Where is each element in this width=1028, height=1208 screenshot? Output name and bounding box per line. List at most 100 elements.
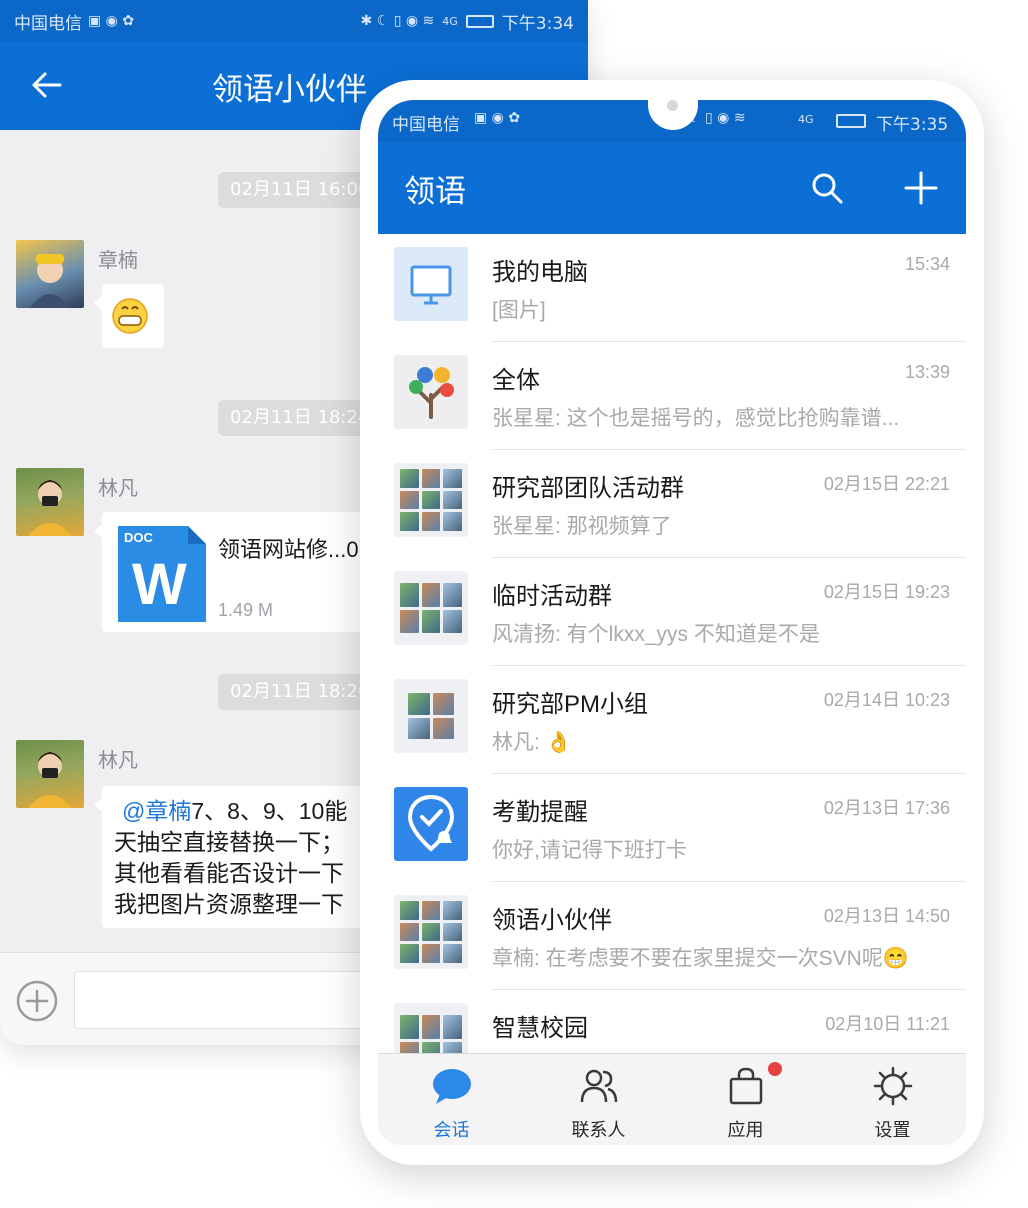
conversation-item[interactable]: 我的电脑 15:34 [图片] [378, 234, 966, 342]
sender-name: 林凡 [98, 478, 138, 500]
phone-frame: 中国电信 ▣ ◉ ✿ ☾ ▯ ◉ ≋ 4G 下午3:35 领语 我的电脑 15:… [360, 80, 984, 1165]
conversation-name: 研究部PM小组 [492, 691, 648, 718]
notification-icons: ▣ ◉ ✿ [474, 110, 521, 126]
word-doc-icon: DOC W [118, 526, 206, 622]
network-label: 4G [442, 14, 458, 28]
carrier-label: 中国电信 [14, 13, 82, 34]
timestamp-divider: 02月11日 16:06 [218, 172, 382, 208]
conversation-preview: 章楠: 在考虑要不要在家里提交一次SVN呢😁 [492, 947, 909, 970]
conversation-preview: 张星星: 这个也是摇号的，感觉比抢购靠谱... [492, 407, 900, 430]
conversation-time: 02月15日 19:23 [823, 582, 950, 602]
group-avatar [394, 463, 468, 537]
file-name: 领语网站修...0 [218, 537, 359, 562]
chat-bubble-icon [433, 1069, 471, 1104]
timestamp-divider: 02月11日 18:26 [218, 674, 382, 710]
mention-link[interactable]: @章楠 [122, 798, 191, 824]
tab-label: 设置 [874, 1120, 911, 1140]
tree-logo-icon [409, 367, 454, 419]
grin-emoji-icon [112, 298, 148, 334]
carrier-label: 中国电信 [392, 115, 460, 135]
tab-contacts[interactable]: 联系人 [525, 1054, 672, 1145]
avatar[interactable] [16, 240, 84, 308]
conversation-avatar [394, 787, 468, 861]
file-type-label: DOC [124, 530, 154, 545]
conversation-avatar [394, 247, 468, 321]
battery-icon [836, 114, 866, 128]
status-icons: ✱ ☾ ▯ ◉ ≋ [360, 13, 435, 29]
clock-label: 下午3:35 [876, 115, 949, 135]
conversation-preview: 张星星: 那视频算了 [492, 515, 672, 538]
chat-title: 领语小伙伴 [212, 72, 367, 107]
group-avatar [394, 571, 468, 645]
clock-label: 下午3:34 [501, 13, 574, 34]
tab-settings[interactable]: 设置 [819, 1054, 966, 1145]
message-bubble[interactable] [94, 284, 164, 348]
conversation-item[interactable]: 全体 13:39 张星星: 这个也是摇号的，感觉比抢购靠谱... [378, 342, 966, 450]
conversation-screen: 中国电信 ▣ ◉ ✿ ☾ ▯ ◉ ≋ 4G 下午3:35 领语 我的电脑 15:… [378, 100, 966, 1145]
search-icon[interactable] [810, 171, 844, 205]
tab-label: 应用 [727, 1120, 764, 1140]
app-header: 领语 [378, 142, 966, 234]
notification-icons: ▣ ◉ ✿ [88, 13, 135, 29]
conversation-time: 15:34 [904, 254, 950, 274]
svg-text:W: W [132, 552, 187, 617]
app-title: 领语 [404, 174, 466, 209]
conversation-time: 02月10日 11:21 [825, 1014, 950, 1034]
bottom-tab-bar: 会话 联系人 应用 设置 [378, 1053, 966, 1145]
conversation-time: 02月13日 14:50 [823, 906, 950, 926]
network-label: 4G [798, 113, 814, 126]
conversation-name: 考勤提醒 [492, 799, 588, 826]
status-bar: 中国电信 ▣ ◉ ✿ ✱ ☾ ▯ ◉ ≋ 4G 下午3:34 [0, 0, 588, 42]
conversation-time: 13:39 [904, 362, 950, 382]
conversation-name: 研究部团队活动群 [492, 475, 684, 502]
conversation-item[interactable]: 考勤提醒 02月13日 17:36 你好,请记得下班打卡 [378, 774, 966, 882]
conversation-preview: 林凡: 👌 [492, 731, 572, 754]
conversation-preview: [图片] [492, 299, 546, 322]
avatar[interactable] [16, 468, 84, 536]
gear-icon [873, 1066, 913, 1106]
shopping-bag-icon [729, 1067, 763, 1105]
back-arrow-icon[interactable] [30, 68, 64, 102]
add-icon[interactable] [904, 171, 938, 205]
conversation-name: 全体 [492, 367, 540, 394]
tab-conversations[interactable]: 会话 [378, 1054, 525, 1145]
status-bar: 中国电信 ▣ ◉ ✿ ☾ ▯ ◉ ≋ 4G 下午3:35 [378, 100, 966, 142]
conversation-preview: 你好,请记得下班打卡 [492, 839, 687, 862]
computer-icon [410, 265, 452, 305]
conversation-item[interactable]: 研究部PM小组 02月14日 10:23 林凡: 👌 [378, 666, 966, 774]
tab-label: 会话 [433, 1120, 470, 1140]
battery-icon [465, 14, 494, 28]
avatar[interactable] [16, 740, 84, 808]
conversation-item[interactable]: 领语小伙伴 02月13日 14:50 章楠: 在考虑要不要在家里提交一次SVN呢… [378, 882, 966, 990]
conversation-preview: 风清扬: 有个lkxx_yys 不知道是不是 [492, 623, 820, 646]
group-avatar [394, 679, 468, 753]
add-attachment-icon[interactable] [16, 980, 58, 1022]
contacts-icon [580, 1069, 618, 1103]
tab-apps[interactable]: 应用 [672, 1054, 819, 1145]
conversation-name: 我的电脑 [492, 259, 588, 286]
tab-label: 联系人 [571, 1120, 626, 1140]
conversation-avatar [394, 355, 468, 429]
message-line: 7、8、9、10能 [191, 798, 348, 824]
conversation-time: 02月13日 17:36 [823, 798, 950, 818]
avatar-photo-icon [28, 480, 72, 536]
conversation-name: 智慧校园 [492, 1015, 588, 1042]
notification-badge [768, 1062, 782, 1076]
conversation-name: 临时活动群 [492, 583, 612, 610]
avatar-photo-icon [28, 752, 72, 808]
camera-dot [667, 100, 678, 111]
conversation-time: 02月14日 10:23 [823, 690, 950, 710]
sender-name: 林凡 [98, 750, 138, 772]
file-size: 1.49 M [218, 600, 274, 620]
group-avatar [394, 895, 468, 969]
conversation-item[interactable]: 研究部团队活动群 02月15日 22:21 张星星: 那视频算了 [378, 450, 966, 558]
conversation-list: 我的电脑 15:34 [图片] 全体 13:39 张星星: 这个也是摇号的，感觉… [378, 234, 966, 1098]
sender-name: 章楠 [98, 250, 138, 272]
conversation-time: 02月15日 22:21 [823, 474, 950, 494]
avatar-photo-icon [30, 254, 70, 308]
conversation-name: 领语小伙伴 [492, 907, 612, 934]
timestamp-divider: 02月11日 18:24 [218, 400, 382, 436]
attendance-icon [407, 794, 455, 852]
file-message-bubble[interactable]: DOC W 领语网站修...0 1.49 M [94, 512, 402, 632]
conversation-item[interactable]: 临时活动群 02月15日 19:23 风清扬: 有个lkxx_yys 不知道是不… [378, 558, 966, 666]
